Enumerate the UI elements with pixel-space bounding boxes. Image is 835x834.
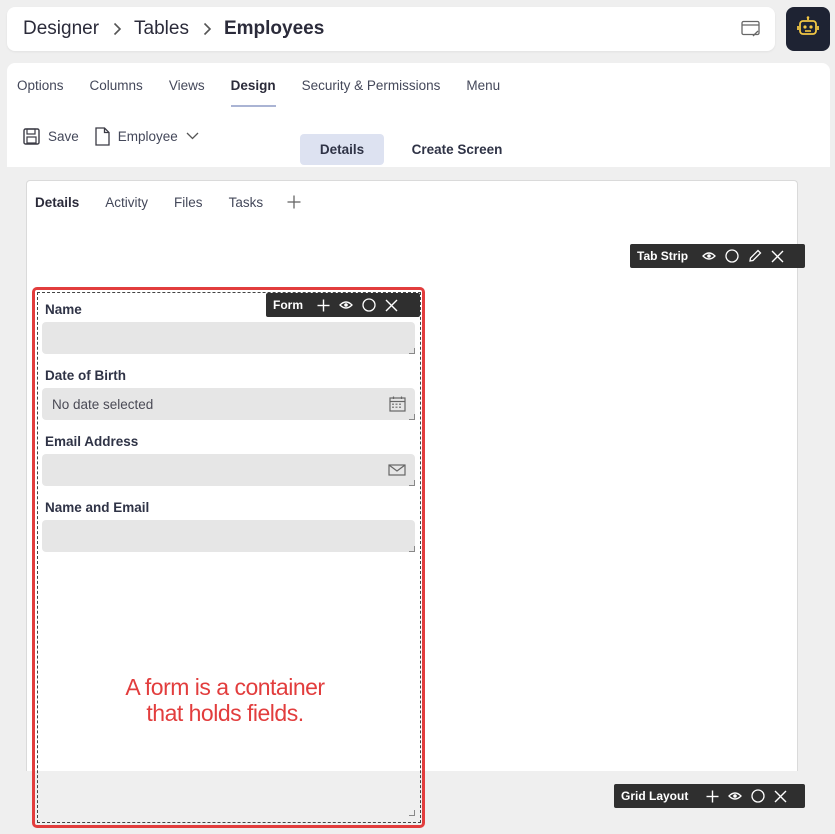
name-input[interactable] <box>42 322 415 354</box>
chevron-down-icon <box>186 132 199 140</box>
tab-security-permissions[interactable]: Security & Permissions <box>302 63 441 107</box>
breadcrumb: Designer Tables Employees <box>23 7 324 51</box>
breadcrumb-designer[interactable]: Designer <box>23 18 99 40</box>
tab-strip: Details Activity Files Tasks <box>35 181 301 223</box>
save-label: Save <box>48 128 79 144</box>
close-icon[interactable] <box>774 790 787 803</box>
calendar-icon[interactable] <box>389 396 406 415</box>
envelope-icon <box>388 464 406 479</box>
tab-options[interactable]: Options <box>17 63 64 107</box>
plus-icon[interactable] <box>317 299 330 312</box>
header-bar: Designer Tables Employees <box>7 7 775 51</box>
resize-handle[interactable] <box>409 348 415 354</box>
email-address-input[interactable] <box>42 454 415 486</box>
circle-icon[interactable] <box>362 298 376 312</box>
inner-tab-files[interactable]: Files <box>174 195 203 210</box>
main-tabs: Options Columns Views Design Security & … <box>17 63 526 107</box>
tab-strip-chip-label: Tab Strip <box>637 249 689 263</box>
chevron-right-icon <box>113 22 122 36</box>
date-value: No date selected <box>52 396 154 412</box>
callout-line-2: that holds fields. <box>146 700 304 726</box>
add-tab-plus-icon[interactable] <box>287 195 301 209</box>
save-button[interactable]: Save <box>23 127 79 145</box>
breadcrumb-current: Employees <box>223 18 325 39</box>
details-segment-button[interactable]: Details <box>300 134 384 165</box>
inner-tab-activity[interactable]: Activity <box>105 195 148 210</box>
preview-window-icon[interactable] <box>741 20 761 38</box>
field-label-date-of-birth: Date of Birth <box>45 368 126 383</box>
grid-layout-toolbar: Grid Layout <box>614 784 805 808</box>
form-chip-label: Form <box>273 298 303 312</box>
tab-design[interactable]: Design <box>230 63 276 107</box>
circle-icon[interactable] <box>751 789 765 803</box>
robot-icon <box>796 15 820 44</box>
callout-line-1: A form is a container <box>125 674 325 700</box>
tab-views[interactable]: Views <box>169 63 205 107</box>
circle-icon[interactable] <box>725 249 739 263</box>
document-icon <box>95 126 110 146</box>
eye-icon[interactable] <box>702 251 717 261</box>
close-icon[interactable] <box>385 299 398 312</box>
chevron-right-icon <box>203 22 212 36</box>
document-label: Employee <box>117 128 178 144</box>
breadcrumb-tables[interactable]: Tables <box>134 18 189 40</box>
resize-handle[interactable] <box>409 480 415 486</box>
form-callout-annotation: A form is a container that holds fields. <box>60 674 390 726</box>
grid-layout-chip-label: Grid Layout <box>621 789 689 803</box>
form-toolbar: Form <box>266 293 420 317</box>
name-and-email-input[interactable] <box>42 520 415 552</box>
field-label-name: Name <box>45 302 82 317</box>
create-screen-segment-button[interactable]: Create Screen <box>398 134 516 165</box>
document-selector[interactable]: Employee <box>95 126 207 146</box>
plus-icon[interactable] <box>706 790 719 803</box>
tab-menu[interactable]: Menu <box>466 63 500 107</box>
date-of-birth-input[interactable]: No date selected <box>42 388 415 420</box>
save-icon <box>23 127 40 145</box>
field-label-name-and-email: Name and Email <box>45 500 150 515</box>
tab-strip-toolbar: Tab Strip <box>630 244 805 268</box>
resize-handle[interactable] <box>409 546 415 552</box>
toolbar: Save Employee <box>23 125 223 147</box>
inner-tab-tasks[interactable]: Tasks <box>229 195 264 210</box>
inner-tab-details[interactable]: Details <box>35 195 79 210</box>
field-label-email-address: Email Address <box>45 434 139 449</box>
pencil-icon[interactable] <box>748 249 762 263</box>
close-icon[interactable] <box>771 250 784 263</box>
eye-icon[interactable] <box>339 300 353 310</box>
form-resize-handle[interactable] <box>409 810 415 816</box>
eye-icon[interactable] <box>728 791 743 801</box>
assistant-bot-button[interactable] <box>786 7 830 51</box>
tab-columns[interactable]: Columns <box>90 63 143 107</box>
resize-handle[interactable] <box>409 414 415 420</box>
